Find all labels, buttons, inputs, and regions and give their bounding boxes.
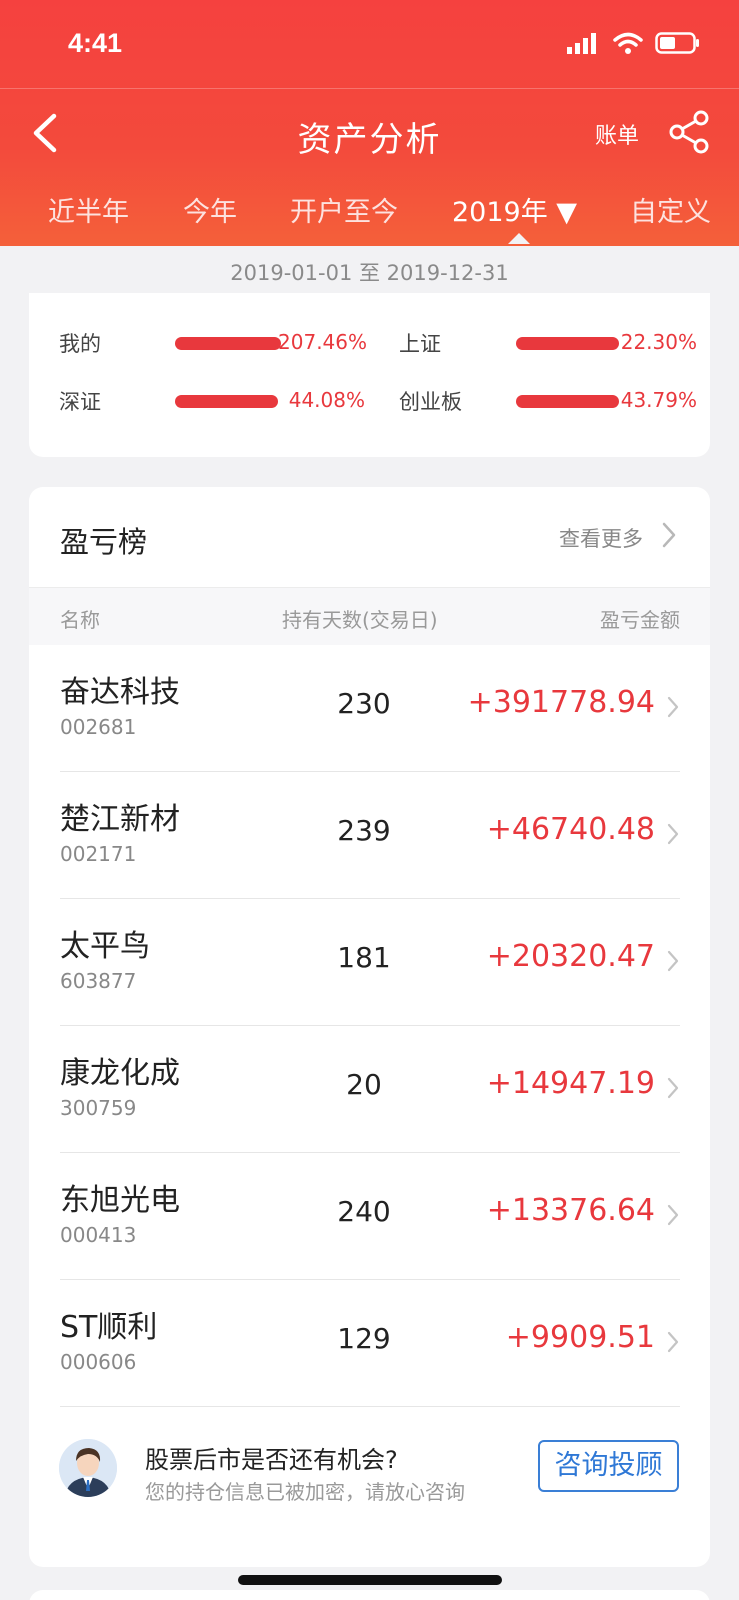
comparison-value: 43.79% <box>620 388 697 412</box>
stock-code: 000413 <box>60 1223 137 1247</box>
comparison-item: 创业板 43.79% <box>399 386 709 416</box>
comparison-item: 上证 22.30% <box>399 328 709 358</box>
stock-name: 楚江新材 <box>60 802 180 837</box>
home-indicator[interactable] <box>238 1575 502 1585</box>
status-bar: 4:41 <box>0 0 739 88</box>
stock-code: 603877 <box>60 969 137 993</box>
tab-half-year[interactable]: 近半年 <box>48 190 129 229</box>
stock-code: 300759 <box>60 1096 137 1120</box>
stock-name: 康龙化成 <box>60 1056 180 1091</box>
pnl-amount: +9909.51 <box>505 1320 655 1355</box>
stock-name: 东旭光电 <box>60 1183 180 1218</box>
stock-code: 000606 <box>60 1350 137 1374</box>
comparison-label: 上证 <box>399 332 441 356</box>
column-header-name: 名称 <box>60 608 100 632</box>
consult-subtitle: 您的持仓信息已被加密，请放心咨询 <box>145 1480 465 1504</box>
status-icons <box>567 32 701 54</box>
comparison-value: 22.30% <box>620 330 697 354</box>
pnl-amount: +20320.47 <box>486 939 655 974</box>
comparison-card: 我的 207.46% 上证 22.30% 深证 44.08% 创业板 43.79… <box>29 293 710 457</box>
consult-title: 股票后市是否还有机会? <box>145 1446 398 1474</box>
chevron-right-icon <box>667 1331 679 1353</box>
pnl-amount: +46740.48 <box>486 812 655 847</box>
header: 4:41 资产分析 账单 近半年 今年 开户至今 2019年 ▼ 自定义 <box>0 0 739 246</box>
holding-days: 230 <box>337 687 391 720</box>
pnl-amount: +14947.19 <box>486 1066 655 1101</box>
tab-since-open[interactable]: 开户至今 <box>290 190 398 229</box>
next-card-peek <box>29 1590 710 1600</box>
comparison-value: 207.46% <box>278 330 367 354</box>
holding-days: 181 <box>337 941 391 974</box>
table-row[interactable]: 楚江新材 002171 239 +46740.48 <box>29 772 710 899</box>
date-range: 2019-01-01 至 2019-12-31 <box>230 261 509 285</box>
table-row[interactable]: 太平鸟 603877 181 +20320.47 <box>29 899 710 1026</box>
chevron-right-icon <box>667 696 679 718</box>
ranking-title: 盈亏榜 <box>60 525 148 559</box>
view-more-link[interactable]: 查看更多 <box>559 523 643 553</box>
comparison-value: 44.08% <box>288 388 365 412</box>
navbar: 资产分析 账单 <box>0 96 739 176</box>
advisor-avatar <box>59 1439 117 1497</box>
signal-icon <box>567 33 596 54</box>
table-row[interactable]: 奋达科技 002681 230 +391778.94 <box>29 645 710 772</box>
comparison-label: 我的 <box>59 332 101 356</box>
stock-code: 002681 <box>60 715 137 739</box>
comparison-item: 深证 44.08% <box>59 386 369 416</box>
column-header-days: 持有天数(交易日) <box>282 608 438 632</box>
pnl-amount: +391778.94 <box>467 685 655 720</box>
active-tab-indicator <box>508 233 530 244</box>
pnl-ranking-card: 盈亏榜 查看更多 名称 持有天数(交易日) 盈亏金额 奋达科技 002681 2… <box>29 487 710 1567</box>
tab-this-year[interactable]: 今年 <box>183 190 237 229</box>
table-row[interactable]: ST顺利 000606 129 +9909.51 <box>29 1280 710 1407</box>
tab-2019[interactable]: 2019年 ▼ <box>452 190 577 229</box>
bill-button[interactable]: 账单 <box>595 118 639 150</box>
pnl-amount: +13376.64 <box>486 1193 655 1228</box>
stock-code: 002171 <box>60 842 137 866</box>
holding-days: 129 <box>337 1322 391 1355</box>
table-row[interactable]: 东旭光电 000413 240 +13376.64 <box>29 1153 710 1280</box>
comparison-label: 创业板 <box>399 390 462 414</box>
period-tabs: 近半年 今年 开户至今 2019年 ▼ 自定义 <box>0 190 739 240</box>
chevron-right-icon <box>667 1077 679 1099</box>
chevron-right-icon[interactable] <box>661 521 677 549</box>
table-row[interactable]: 康龙化成 300759 20 +14947.19 <box>29 1026 710 1153</box>
column-header-pnl: 盈亏金额 <box>600 608 680 632</box>
status-time: 4:41 <box>68 28 123 58</box>
battery-icon <box>655 32 699 54</box>
header-divider <box>0 88 739 89</box>
holding-days: 240 <box>337 1195 391 1228</box>
share-button[interactable] <box>668 110 712 154</box>
chevron-right-icon <box>667 823 679 845</box>
share-icon <box>669 110 709 154</box>
advisor-consult-banner: 股票后市是否还有机会? 您的持仓信息已被加密，请放心咨询 咨询投顾 <box>29 1412 710 1532</box>
comparison-label: 深证 <box>59 390 101 414</box>
advisor-avatar-icon <box>59 1439 117 1497</box>
holding-days: 239 <box>337 814 391 847</box>
stock-name: 太平鸟 <box>60 929 150 964</box>
table-header: 名称 持有天数(交易日) 盈亏金额 <box>29 587 710 645</box>
wifi-icon <box>613 32 643 54</box>
stock-name: 奋达科技 <box>60 675 180 710</box>
row-divider <box>60 1406 680 1407</box>
tab-custom[interactable]: 自定义 <box>630 190 711 229</box>
stock-name: ST顺利 <box>60 1310 158 1345</box>
chevron-right-icon <box>667 1204 679 1226</box>
consult-advisor-button[interactable]: 咨询投顾 <box>538 1440 679 1492</box>
comparison-item: 我的 207.46% <box>59 328 369 358</box>
chevron-right-icon <box>667 950 679 972</box>
holding-days: 20 <box>346 1068 382 1101</box>
